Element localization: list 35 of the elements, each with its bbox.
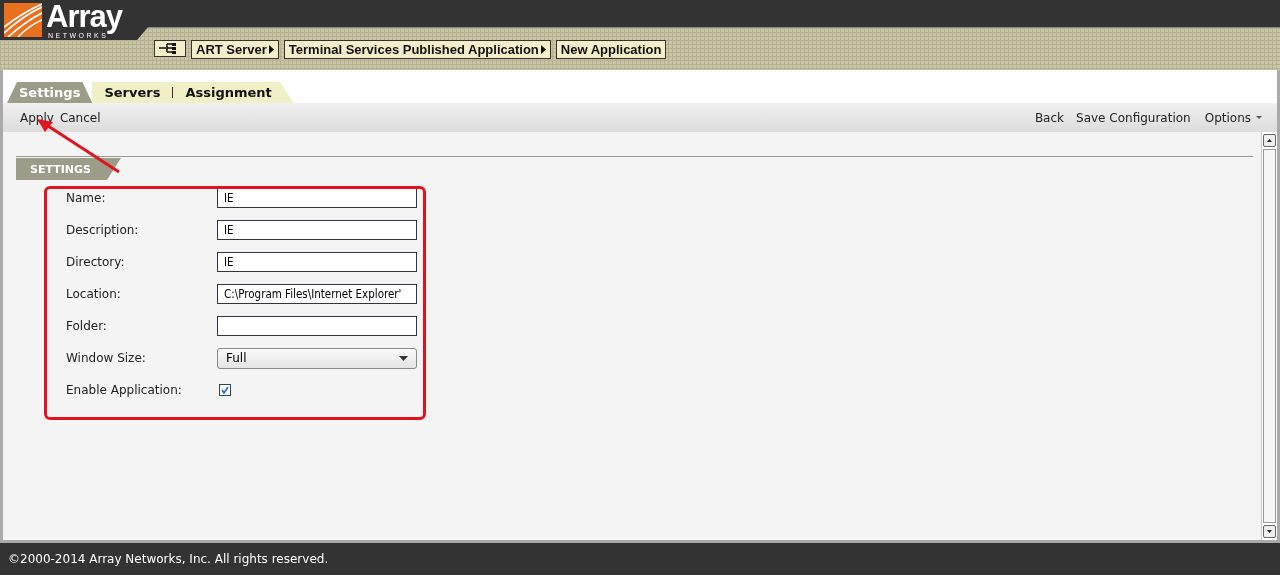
field-label: Enable Application: xyxy=(66,383,183,397)
up-arrow-icon xyxy=(1267,139,1272,142)
section-title: SETTINGS xyxy=(16,158,121,180)
toolbar-button[interactable]: Cancel xyxy=(56,110,104,125)
field-label: Window Size: xyxy=(66,351,147,365)
breadcrumb-item[interactable]: ART Server xyxy=(191,40,279,59)
window-size-select[interactable]: Full xyxy=(217,347,417,369)
field-label: Folder: xyxy=(66,319,108,333)
input-field[interactable]: IE xyxy=(217,220,417,240)
breadcrumb-item[interactable]: Terminal Services Published Application xyxy=(283,40,551,59)
caret-icon xyxy=(399,355,408,361)
options-menu[interactable]: Options xyxy=(1201,110,1265,125)
caret-icon xyxy=(1256,116,1262,119)
field-label: Location: xyxy=(66,287,122,301)
toolbar-button[interactable]: Save Configuration xyxy=(1073,110,1194,125)
logo-name: Array xyxy=(46,1,122,32)
breadcrumb-item[interactable]: New Application xyxy=(555,40,667,59)
toolbar-button[interactable]: Back xyxy=(1031,110,1068,125)
hierarchy-button[interactable] xyxy=(154,40,186,57)
checkbox[interactable] xyxy=(219,384,231,396)
copyright-text: ©2000-2014 Array Networks, Inc. All rights reserved. xyxy=(8,552,329,566)
field-label: Directory: xyxy=(66,255,126,269)
logo-icon xyxy=(4,3,42,37)
caret-icon xyxy=(540,45,546,54)
field-label: Description: xyxy=(66,223,140,237)
field-label: Name: xyxy=(66,191,107,205)
down-arrow-icon xyxy=(1267,530,1272,533)
input-field[interactable]: IE xyxy=(217,252,417,272)
caret-icon xyxy=(268,45,274,54)
scroll-down-button[interactable] xyxy=(1263,525,1276,538)
input-field[interactable]: IE xyxy=(217,188,417,208)
scroll-up-button[interactable] xyxy=(1263,134,1276,147)
input-field[interactable]: C:\Program Files\Internet Explorer' xyxy=(217,284,417,304)
input-field[interactable] xyxy=(217,316,417,336)
scrollbar-thumb[interactable] xyxy=(1263,149,1276,523)
